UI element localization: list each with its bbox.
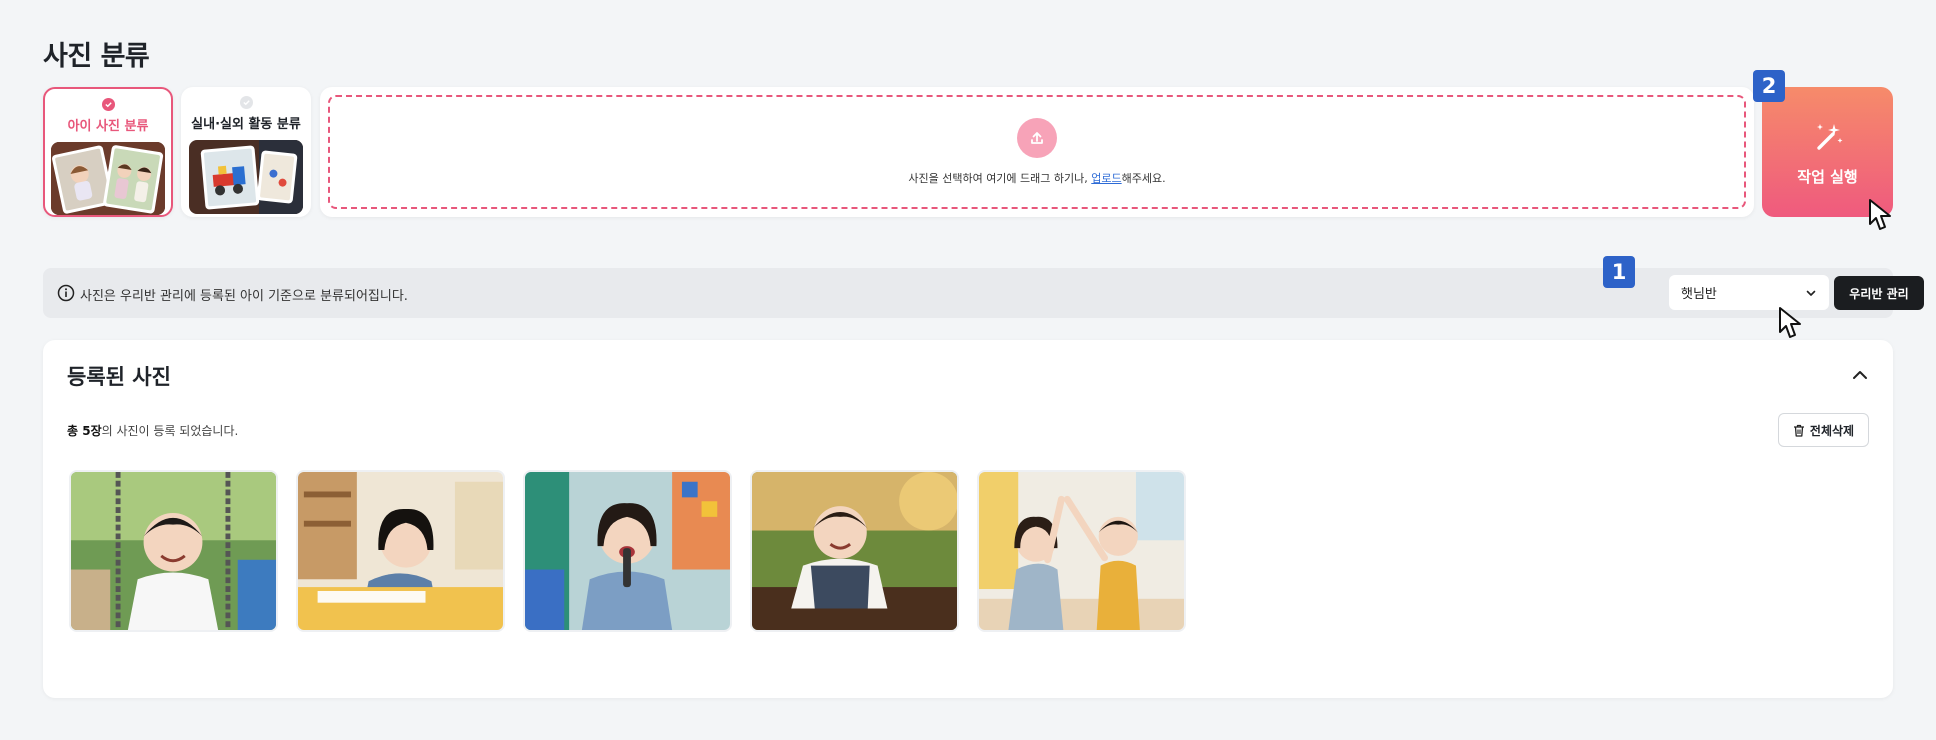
panel-title: 등록된 사진	[67, 365, 171, 389]
photo-thumbnail[interactable]	[523, 470, 732, 632]
run-task-button[interactable]: 작업 실행	[1762, 87, 1893, 217]
page-title: 사진 분류	[43, 41, 150, 72]
photo-grid	[69, 470, 1186, 632]
photo-thumbnail[interactable]	[977, 470, 1186, 632]
check-icon	[101, 98, 115, 111]
delete-all-button[interactable]: 전체삭제	[1778, 413, 1869, 447]
mode-thumbnail-activities	[189, 140, 303, 214]
chevron-up-icon[interactable]	[1851, 366, 1869, 384]
run-task-label: 작업 실행	[1797, 167, 1858, 186]
mode-label: 아이 사진 분류	[67, 118, 149, 134]
mode-thumbnail-children	[51, 141, 165, 215]
step-badge-2: 2	[1753, 70, 1785, 102]
photo-count: 총 5장의 사진이 등록 되었습니다.	[67, 424, 239, 438]
mode-card-indoor-outdoor[interactable]: 실내·실외 활동 분류	[181, 87, 311, 217]
upload-link[interactable]: 업로드	[1091, 172, 1121, 185]
photo-thumbnail[interactable]	[750, 470, 959, 632]
photo-thumbnail[interactable]	[296, 470, 505, 632]
class-select[interactable]: 햇님반	[1669, 275, 1829, 310]
upload-dropzone[interactable]: 사진을 선택하여 여기에 드래그 하기나, 업로드해주세요.	[320, 87, 1754, 217]
info-icon	[57, 284, 75, 302]
class-select-value: 햇님반	[1681, 287, 1717, 302]
chevron-down-icon	[1806, 290, 1816, 296]
step-badge-1: 1	[1603, 256, 1635, 288]
upload-icon[interactable]	[1017, 118, 1057, 158]
registered-photos-panel: 등록된 사진 총 5장의 사진이 등록 되었습니다. 전체삭제	[43, 340, 1893, 698]
photo-thumbnail[interactable]	[69, 470, 278, 632]
upload-instruction: 사진을 선택하여 여기에 드래그 하기나, 업로드해주세요.	[908, 172, 1166, 185]
mode-label: 실내·실외 활동 분류	[191, 117, 301, 132]
manage-class-button[interactable]: 우리반 관리	[1834, 276, 1924, 310]
info-text: 사진은 우리반 관리에 등록된 아이 기준으로 분류되어집니다.	[80, 289, 408, 304]
delete-all-label: 전체삭제	[1809, 423, 1855, 438]
trash-icon	[1793, 424, 1804, 437]
magic-wand-icon	[1816, 123, 1842, 150]
check-icon	[239, 96, 253, 109]
mode-card-child-photo[interactable]: 아이 사진 분류	[43, 87, 173, 217]
